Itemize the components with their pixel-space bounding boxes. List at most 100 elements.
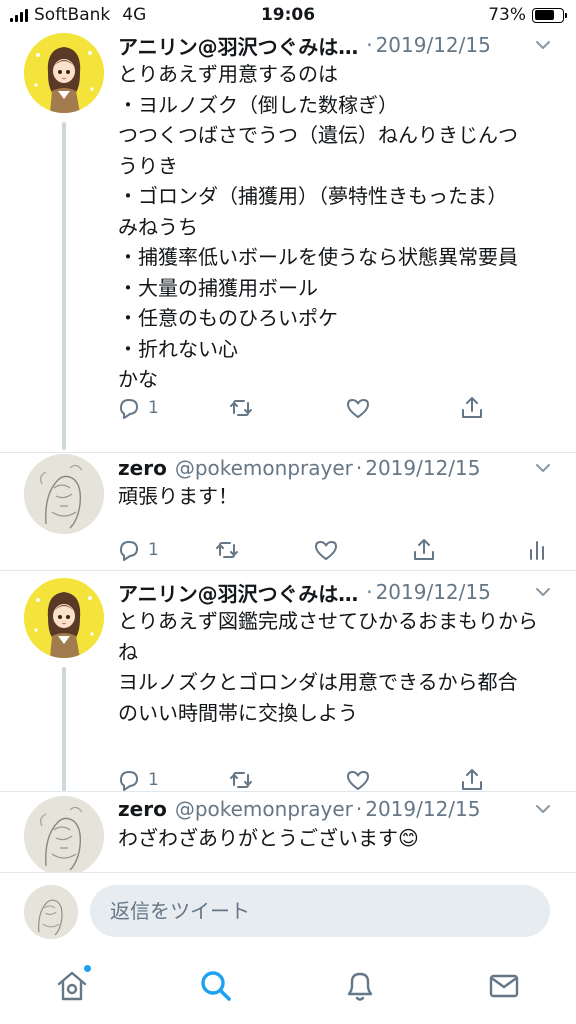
share-icon bbox=[414, 539, 434, 560]
retweet-button[interactable] bbox=[228, 393, 254, 423]
tab-messages[interactable] bbox=[484, 966, 524, 1006]
tweet-text: とりあえず用意するのは ・ヨルノズク（倒した数稼ぎ） つつくつばさでうつ（遺伝）… bbox=[118, 59, 556, 395]
sketch-avatar-icon bbox=[24, 454, 104, 534]
tweet-line: とりあえず図鑑完成させてひかるおまもりから bbox=[118, 609, 538, 633]
chevron-down-icon[interactable] bbox=[534, 459, 552, 477]
status-bar: SoftBank 4G 19:06 73% bbox=[0, 0, 576, 32]
user-handle[interactable]: @pokemonprayer bbox=[175, 797, 353, 821]
tab-search[interactable] bbox=[196, 966, 236, 1006]
heart-icon bbox=[347, 771, 369, 790]
tweet-actions: 1 bbox=[116, 535, 556, 565]
analytics-button[interactable] bbox=[525, 535, 551, 565]
like-button[interactable] bbox=[313, 535, 339, 565]
reply-thread[interactable]: アニリン@羽沢つぐみは… · 2019/12/15 とりあえず用意するのは ・ヨ… bbox=[0, 30, 576, 872]
sketch-avatar-icon bbox=[24, 885, 78, 939]
battery-icon bbox=[532, 7, 567, 23]
tweet-text: 頑張ります！ bbox=[118, 481, 556, 512]
tweet-line: わざわざありがとうございます😊 bbox=[118, 826, 419, 850]
tweet-header: zero @pokemonprayer · 2019/12/15 bbox=[118, 794, 552, 824]
like-button[interactable] bbox=[345, 393, 371, 423]
tweet-line: 頑張ります！ bbox=[118, 484, 238, 508]
tweet-line: つつくつばさでうつ（遺伝）ねんりきじんつ bbox=[118, 123, 518, 147]
tweet-line: うりき bbox=[118, 153, 178, 178]
tweet-line: ね bbox=[118, 639, 138, 664]
tweet-line: ・ゴロンダ（捕獲用）（夢特性きもったま） bbox=[118, 184, 508, 208]
reply-icon bbox=[120, 771, 138, 791]
battery-fill bbox=[534, 10, 555, 20]
avatar[interactable] bbox=[24, 578, 104, 658]
separator-dot: · bbox=[366, 580, 373, 604]
reply-button[interactable]: 1 bbox=[116, 535, 159, 565]
tweet[interactable]: アニリン@羽沢つぐみは… · 2019/12/15 とりあえず図鑑完成させてひか… bbox=[0, 571, 576, 791]
tweet-text: とりあえず図鑑完成させてひかるおまもりから ね ヨルノズクとゴロンダは用意できる… bbox=[118, 606, 556, 728]
retweet-icon bbox=[230, 400, 252, 416]
tweet-header: アニリン@羽沢つぐみは… · 2019/12/15 bbox=[118, 30, 552, 60]
thread-line bbox=[62, 667, 66, 791]
reply-count: 1 bbox=[148, 770, 159, 790]
anime-girl-avatar-icon bbox=[24, 33, 104, 113]
share-button[interactable] bbox=[411, 535, 437, 565]
tweet-line: ・ヨルノズク（倒した数稼ぎ） bbox=[118, 92, 398, 117]
chevron-down-icon[interactable] bbox=[534, 800, 552, 818]
tweet[interactable]: zero @pokemonprayer · 2019/12/15 わざわざありが… bbox=[0, 792, 576, 872]
avatar[interactable] bbox=[24, 796, 104, 872]
tweet[interactable]: zero @pokemonprayer · 2019/12/15 頑張ります！ … bbox=[0, 453, 576, 570]
chevron-down-icon[interactable] bbox=[534, 583, 552, 601]
tweet-line: のいい時間帯に交換しよう bbox=[118, 700, 358, 725]
avatar bbox=[24, 885, 78, 939]
tab-home[interactable] bbox=[52, 964, 92, 1006]
status-right: 73% bbox=[488, 5, 567, 25]
share-button[interactable] bbox=[459, 393, 485, 423]
tweet-date: 2019/12/15 bbox=[365, 456, 481, 480]
reply-count: 1 bbox=[148, 540, 159, 560]
reply-input[interactable] bbox=[90, 885, 550, 937]
share-icon bbox=[462, 397, 482, 418]
chevron-down-icon[interactable] bbox=[534, 36, 552, 54]
notification-dot bbox=[83, 964, 92, 973]
reply-bar bbox=[0, 872, 576, 950]
heart-icon bbox=[315, 541, 337, 560]
separator-dot: · bbox=[366, 33, 373, 57]
tweet-date: 2019/12/15 bbox=[375, 580, 491, 604]
tweet-header: アニリン@羽沢つぐみは… · 2019/12/15 bbox=[118, 577, 552, 607]
avatar[interactable] bbox=[24, 454, 104, 534]
tweet-line: かな bbox=[118, 367, 158, 391]
tweet-line: ・折れない心 bbox=[118, 336, 238, 361]
tweet-text: わざわざありがとうございます😊 bbox=[118, 823, 556, 854]
retweet-icon bbox=[230, 772, 252, 788]
display-name[interactable]: アニリン@羽沢つぐみは… bbox=[118, 578, 358, 607]
tweet-date: 2019/12/15 bbox=[365, 797, 481, 821]
battery-percent: 73% bbox=[488, 5, 526, 25]
display-name[interactable]: zero bbox=[118, 456, 167, 480]
tweet-line: ・任意のものひろいポケ bbox=[118, 306, 338, 330]
heart-icon bbox=[347, 399, 369, 418]
avatar[interactable] bbox=[24, 33, 104, 113]
analytics-icon bbox=[530, 541, 544, 560]
search-icon bbox=[201, 971, 231, 1001]
tab-bar bbox=[0, 950, 576, 1024]
sketch-avatar-icon bbox=[24, 796, 104, 872]
tab-notifications[interactable] bbox=[340, 966, 380, 1006]
home-icon bbox=[57, 971, 87, 1001]
display-name[interactable]: zero bbox=[118, 797, 167, 821]
tweet-line: ヨルノズクとゴロンダは用意できるから都合 bbox=[118, 670, 518, 694]
tweet[interactable]: アニリン@羽沢つぐみは… · 2019/12/15 とりあえず用意するのは ・ヨ… bbox=[0, 30, 576, 452]
reply-icon bbox=[120, 399, 138, 419]
bell-icon bbox=[347, 972, 373, 1001]
share-icon bbox=[462, 769, 482, 790]
separator-dot: · bbox=[355, 456, 363, 480]
user-handle[interactable]: @pokemonprayer bbox=[175, 456, 353, 480]
thread-line bbox=[62, 122, 66, 450]
retweet-button[interactable] bbox=[214, 535, 240, 565]
tweet-line: とりあえず用意するのは bbox=[118, 62, 338, 86]
tweet-line: ・捕獲率低いボールを使うなら状態異常要員 bbox=[118, 245, 518, 269]
tweet-actions: 1 bbox=[116, 393, 556, 423]
anime-girl-avatar-icon bbox=[24, 578, 104, 658]
tweet-header: zero @pokemonprayer · 2019/12/15 bbox=[118, 453, 552, 483]
display-name[interactable]: アニリン@羽沢つぐみは… bbox=[118, 31, 358, 60]
retweet-icon bbox=[216, 542, 238, 558]
reply-count: 1 bbox=[148, 398, 159, 418]
tweet-line: みねうち bbox=[118, 214, 198, 239]
tweet-date: 2019/12/15 bbox=[375, 33, 491, 57]
reply-button[interactable]: 1 bbox=[116, 393, 159, 423]
